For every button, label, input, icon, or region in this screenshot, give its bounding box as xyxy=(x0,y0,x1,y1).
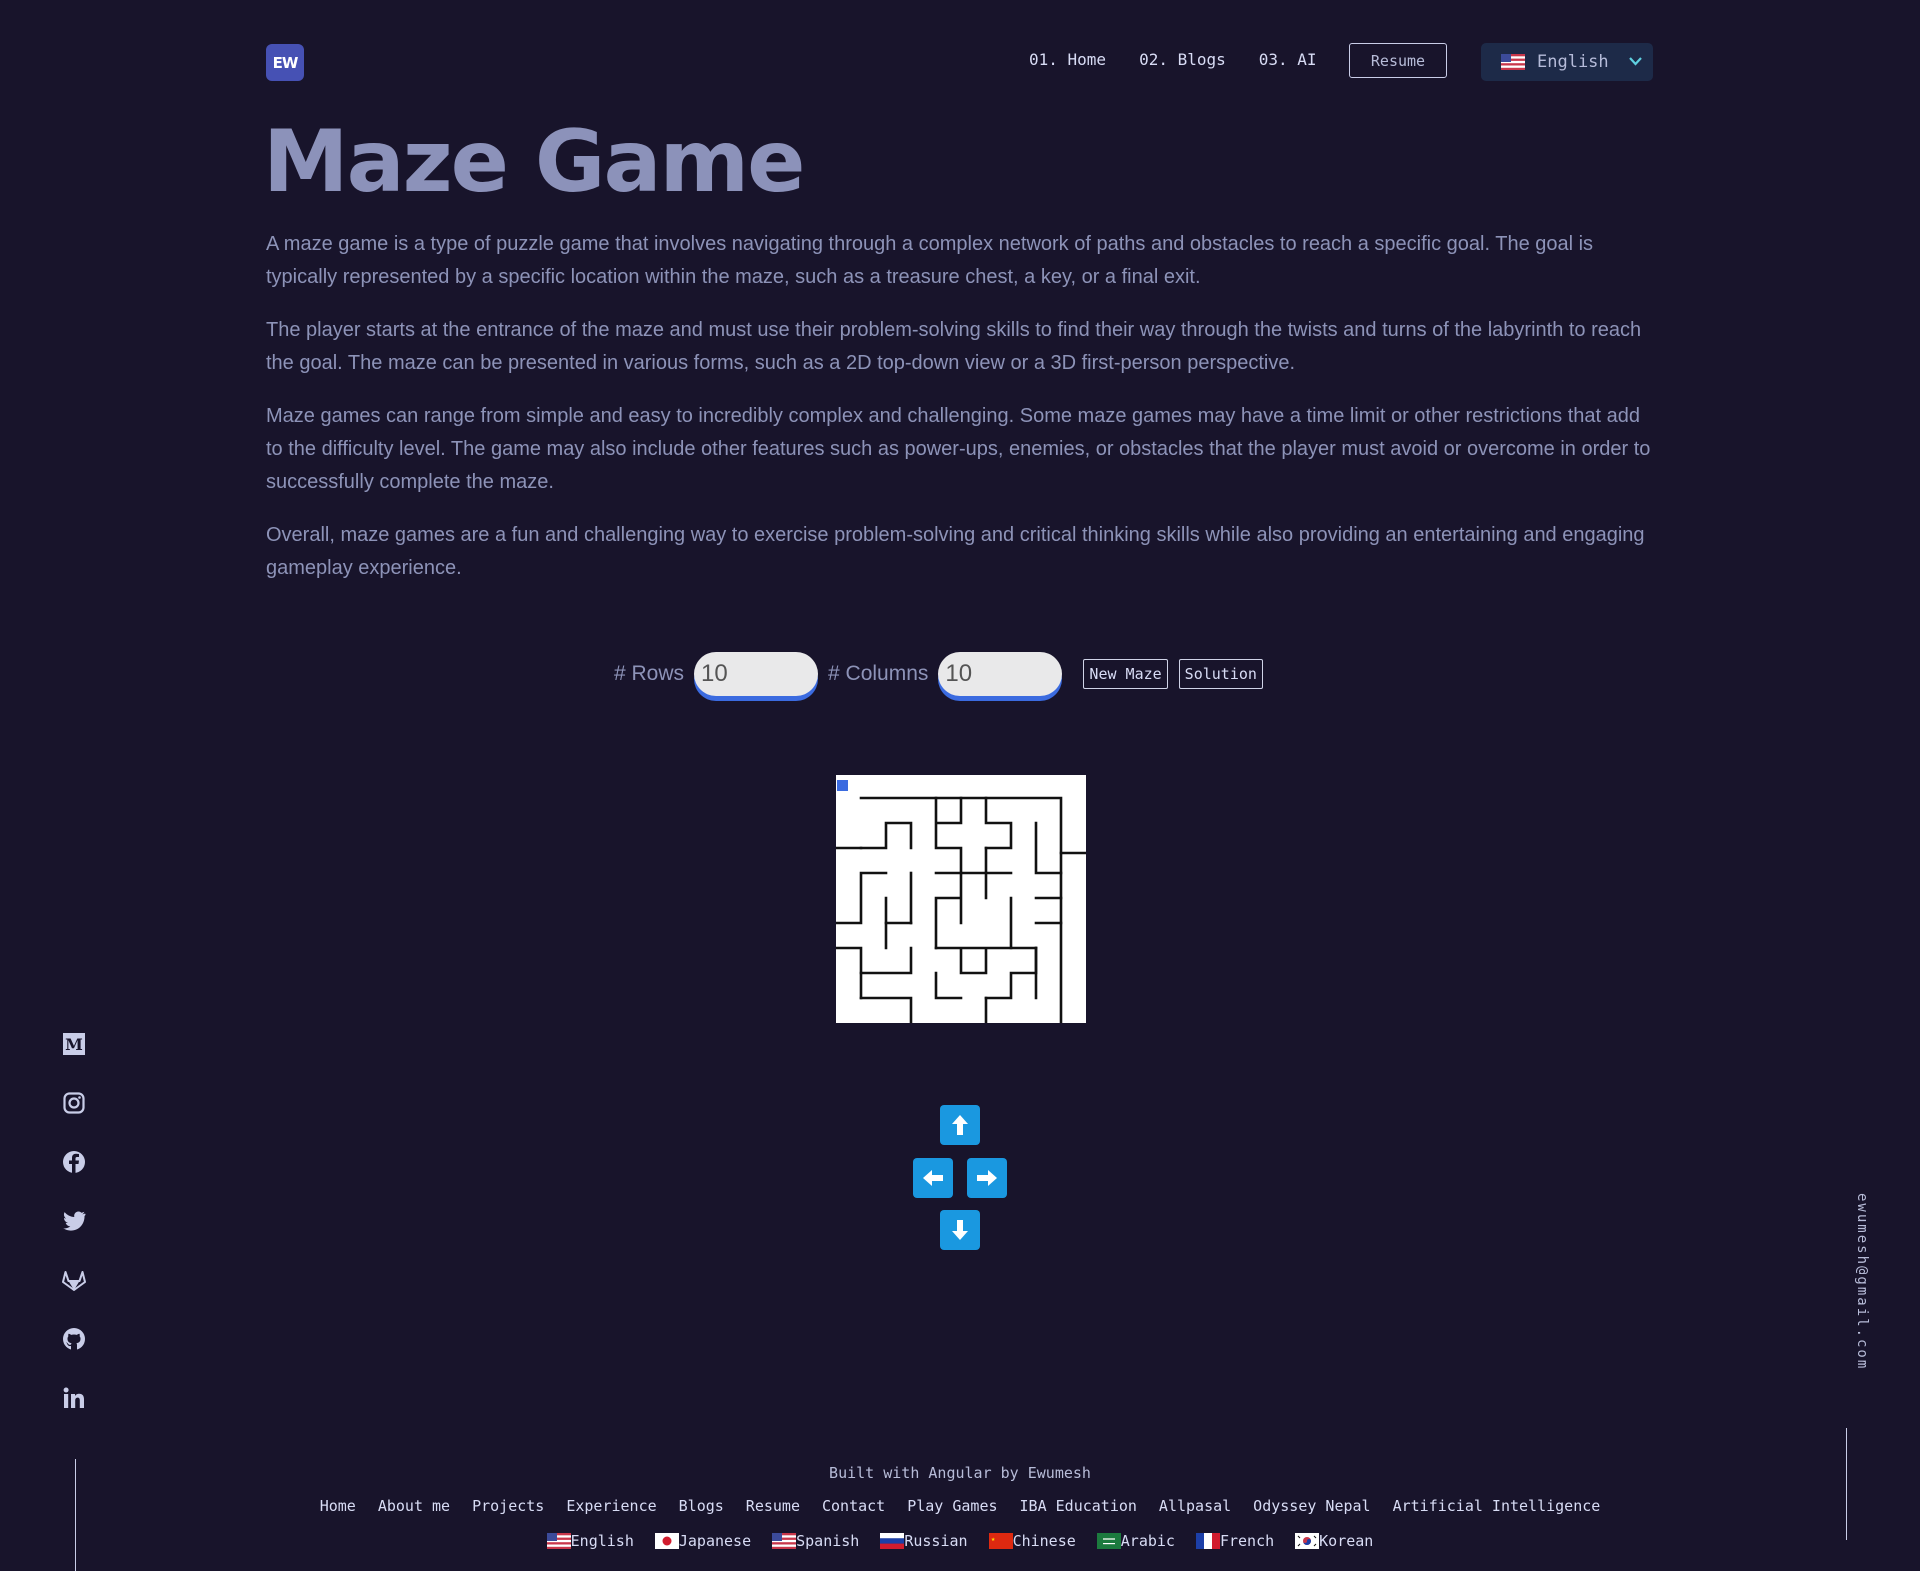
lang-french[interactable]: French xyxy=(1195,1532,1275,1550)
rows-label: # Rows xyxy=(614,662,685,685)
lang-label: Korean xyxy=(1319,1532,1374,1550)
email-link[interactable]: ewumesh@gmail.com xyxy=(1854,1193,1870,1370)
ru-flag-icon xyxy=(880,1533,905,1549)
footer-link-play-games[interactable]: Play Games xyxy=(907,1497,997,1515)
footer-links: Home About me Projects Experience Blogs … xyxy=(0,1497,1920,1515)
chevron-down-icon xyxy=(1628,55,1642,70)
footer-link-about[interactable]: About me xyxy=(378,1497,450,1515)
lang-label: Chinese xyxy=(1012,1532,1076,1550)
description-paragraph: The player starts at the entrance of the… xyxy=(266,319,1642,374)
email-divider xyxy=(1846,1428,1847,1540)
description-paragraph: Overall, maze games are a fun and challe… xyxy=(266,524,1645,579)
rows-input[interactable] xyxy=(694,652,819,696)
instagram-icon[interactable] xyxy=(60,1090,88,1115)
right-arrow-button[interactable] xyxy=(967,1158,1007,1198)
footer-link-odyssey-nepal[interactable]: Odyssey Nepal xyxy=(1253,1497,1370,1515)
site-logo[interactable]: EW xyxy=(266,44,304,81)
arrow-down-icon xyxy=(952,1220,968,1240)
lang-chinese[interactable]: ★ Chinese xyxy=(988,1532,1076,1550)
columns-label: # Columns xyxy=(828,662,929,685)
twitter-icon[interactable] xyxy=(60,1208,88,1233)
footer-link-iba-education[interactable]: IBA Education xyxy=(1020,1497,1137,1515)
nav-blogs[interactable]: 02. Blogs xyxy=(1139,50,1226,69)
lang-russian[interactable]: Russian xyxy=(880,1532,968,1550)
new-maze-button[interactable]: New Maze xyxy=(1083,659,1168,689)
down-arrow-button[interactable] xyxy=(940,1210,980,1250)
built-with-text: Built with Angular by Ewumesh xyxy=(829,1464,1091,1482)
us-flag-icon xyxy=(546,1533,571,1549)
footer-link-contact[interactable]: Contact xyxy=(822,1497,885,1515)
footer-link-experience[interactable]: Experience xyxy=(566,1497,656,1515)
sa-flag-icon xyxy=(1096,1533,1121,1549)
gitlab-icon[interactable] xyxy=(60,1267,88,1292)
us-flag-icon xyxy=(772,1533,797,1549)
cn-flag-icon: ★ xyxy=(988,1533,1013,1549)
arrow-right-icon xyxy=(977,1170,997,1186)
footer-link-blogs[interactable]: Blogs xyxy=(679,1497,724,1515)
description: A maze game is a type of puzzle game tha… xyxy=(266,228,1656,605)
description-paragraph: Maze games can range from simple and eas… xyxy=(266,405,1651,493)
lang-english[interactable]: English xyxy=(546,1532,634,1550)
lang-label: Spanish xyxy=(796,1532,860,1550)
lang-arabic[interactable]: Arabic xyxy=(1096,1532,1175,1550)
arrow-left-icon xyxy=(923,1170,943,1186)
fr-flag-icon xyxy=(1195,1533,1220,1549)
maze-controls: # Rows # Columns New Maze Solution xyxy=(614,652,1263,696)
solution-button[interactable]: Solution xyxy=(1178,659,1263,689)
lang-label: English xyxy=(570,1532,634,1550)
lang-spanish[interactable]: Spanish xyxy=(772,1532,859,1550)
facebook-icon[interactable] xyxy=(60,1149,88,1174)
page-title: Maze Game xyxy=(263,112,805,212)
linkedin-icon[interactable] xyxy=(60,1385,88,1410)
footer-link-resume[interactable]: Resume xyxy=(746,1497,800,1515)
main-nav: 01. Home 02. Blogs 03. AI xyxy=(1029,50,1317,69)
resume-button[interactable]: Resume xyxy=(1349,43,1447,78)
arrow-up-icon xyxy=(952,1115,968,1135)
social-sidebar: M xyxy=(60,1031,88,1410)
footer-languages: English Japanese Spanish Russian ★ Chine… xyxy=(0,1532,1920,1550)
us-flag-icon xyxy=(1501,54,1525,70)
lang-label: French xyxy=(1219,1532,1275,1550)
github-icon[interactable] xyxy=(60,1326,88,1351)
nav-ai[interactable]: 03. AI xyxy=(1259,50,1317,69)
maze-board[interactable] xyxy=(836,775,1086,1023)
footer-link-home[interactable]: Home xyxy=(320,1497,356,1515)
player-marker xyxy=(837,780,848,791)
left-arrow-button[interactable] xyxy=(913,1158,953,1198)
footer-link-ai[interactable]: Artificial Intelligence xyxy=(1393,1497,1601,1515)
logo-text: EW xyxy=(272,53,299,72)
nav-home[interactable]: 01. Home xyxy=(1029,50,1106,69)
svg-text:M: M xyxy=(65,1035,83,1054)
language-label: English xyxy=(1537,52,1609,72)
kr-flag-icon xyxy=(1295,1533,1320,1549)
medium-icon[interactable]: M xyxy=(60,1031,88,1056)
lang-japanese[interactable]: Japanese xyxy=(654,1532,752,1550)
up-arrow-button[interactable] xyxy=(940,1105,980,1145)
language-select[interactable]: English xyxy=(1481,43,1653,81)
description-paragraph: A maze game is a type of puzzle game tha… xyxy=(266,233,1594,288)
footer-link-allpasal[interactable]: Allpasal xyxy=(1159,1497,1231,1515)
columns-input[interactable] xyxy=(938,652,1063,696)
lang-label: Russian xyxy=(904,1532,968,1550)
lang-label: Arabic xyxy=(1120,1532,1175,1550)
lang-label: Japanese xyxy=(678,1532,752,1550)
lang-korean[interactable]: Korean xyxy=(1295,1532,1373,1550)
footer-link-projects[interactable]: Projects xyxy=(472,1497,544,1515)
jp-flag-icon xyxy=(654,1533,679,1549)
